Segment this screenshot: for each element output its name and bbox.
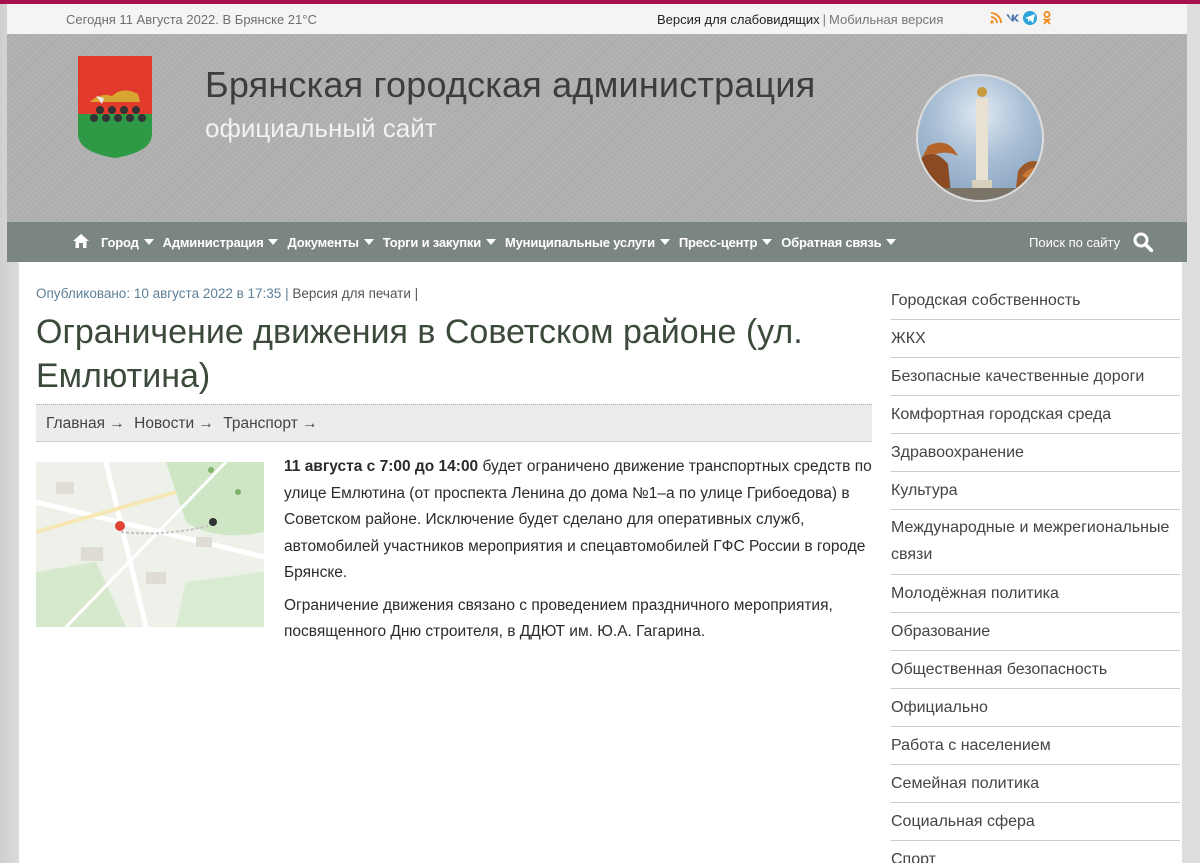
nav-item-municipal-services[interactable]: Муниципальные услуги [505,235,670,250]
sidebar-item-sport[interactable]: Спорт [891,841,1180,863]
nav-item-label: Администрация [162,234,264,250]
rss-icon[interactable] [989,11,1003,25]
sidebar-item-roads[interactable]: Безопасные качественные дороги [891,358,1180,396]
date-weather: Сегодня 11 Августа 2022. В Брянске 21°C [66,12,317,27]
nav-item-administration[interactable]: Администрация [163,235,279,250]
chevron-down-icon [762,239,773,245]
monument-photo [916,74,1044,202]
search-icon[interactable] [1133,232,1154,253]
nav-item-label: Торги и закупки [382,234,482,250]
chevron-down-icon [143,239,154,245]
article-paragraph: Ограничение движения связано с проведени… [284,596,833,641]
breadcrumb: Главная → Новости → Транспорт → [36,404,872,442]
nav-item-label: Документы [287,234,359,250]
site-header: Брянская городская администрация официал… [7,34,1187,222]
nav-item-label: Пресс-центр [678,234,758,250]
breadcrumb-transport[interactable]: Транспорт → [223,415,317,432]
chevron-down-icon [486,239,497,245]
breadcrumb-home[interactable]: Главная → [46,415,125,432]
published-date: Опубликовано: 10 августа 2022 в 17:35 [36,286,282,301]
sidebar-item-urban-environment[interactable]: Комфортная городская среда [891,396,1180,434]
sidebar-item-international[interactable]: Международные и межрегиональные связи [891,510,1180,575]
separator: | [285,286,289,301]
chevron-down-icon [363,239,374,245]
nav-item-press-center[interactable]: Пресс-центр [678,234,773,250]
chevron-down-icon [886,239,897,245]
nav-item-feedback[interactable]: Обратная связь [781,234,897,250]
coat-of-arms-logo[interactable] [76,56,154,158]
telegram-icon[interactable] [1023,11,1037,25]
article-meta: Опубликовано: 10 августа 2022 в 17:35 | … [36,286,418,301]
separator: | [822,12,826,27]
chevron-down-icon [659,239,670,245]
sidebar-item-property[interactable]: Городская собственность [891,282,1180,320]
nav-item-label: Город [101,234,139,250]
mobile-version-link[interactable]: Мобильная версия [829,12,943,27]
article-date-highlight: 11 августа с 7:00 до 14:00 [284,458,479,475]
print-version-link[interactable]: Версия для печати [292,286,411,301]
sidebar-item-healthcare[interactable]: Здравоохранение [891,434,1180,472]
low-vision-link[interactable]: Версия для слабовидящих [657,12,820,27]
chevron-down-icon [268,239,279,245]
home-icon[interactable] [73,234,89,248]
version-links: Версия для слабовидящих | Мобильная версия [657,12,943,27]
site-subtitle: официальный сайт [205,113,437,143]
top-bar: Сегодня 11 Августа 2022. В Брянске 21°C … [7,4,1187,34]
sidebar-menu: Городская собственность ЖКХ Безопасные к… [891,282,1180,863]
sidebar-item-social-sphere[interactable]: Социальная сфера [891,803,1180,841]
nav-item-label: Муниципальные услуги [505,234,655,250]
article-body: 11 августа с 7:00 до 14:00 будет огранич… [284,454,874,652]
sidebar-item-public-work[interactable]: Работа с населением [891,727,1180,765]
search-label[interactable]: Поиск по сайту [1029,235,1120,250]
breadcrumb-news[interactable]: Новости → [134,415,214,432]
site-title[interactable]: Брянская городская администрация [205,64,815,106]
nav-item-tenders[interactable]: Торги и закупки [382,234,497,250]
sidebar-item-youth-policy[interactable]: Молодёжная политика [891,575,1180,613]
social-links [989,11,1054,25]
article-paragraph: 11 августа с 7:00 до 14:00 будет огранич… [284,454,874,587]
vk-icon[interactable] [1006,11,1020,25]
sidebar-item-culture[interactable]: Культура [891,472,1180,510]
map-image[interactable] [36,462,264,627]
nav-item-documents[interactable]: Документы [287,234,374,250]
odnoklassniki-icon[interactable] [1040,11,1054,25]
article-text: будет ограничено движение транспортных с… [284,458,872,581]
sidebar-item-zhkh[interactable]: ЖКХ [891,320,1180,358]
article-title: Ограничение движения в Советском районе … [36,313,803,395]
sidebar-item-education[interactable]: Образование [891,613,1180,651]
sidebar-item-family-policy[interactable]: Семейная политика [891,765,1180,803]
sidebar-item-official[interactable]: Официально [891,689,1180,727]
nav-item-gorod[interactable]: Город [101,235,154,250]
content-area: Опубликовано: 10 августа 2022 в 17:35 | … [19,262,1182,863]
nav-item-label: Обратная связь [781,234,882,250]
nav-menu: Город Администрация Документы Торги и за… [101,222,905,262]
separator: | [414,286,419,301]
sidebar-item-public-safety[interactable]: Общественная безопасность [891,651,1180,689]
main-navigation: Город Администрация Документы Торги и за… [7,222,1187,262]
